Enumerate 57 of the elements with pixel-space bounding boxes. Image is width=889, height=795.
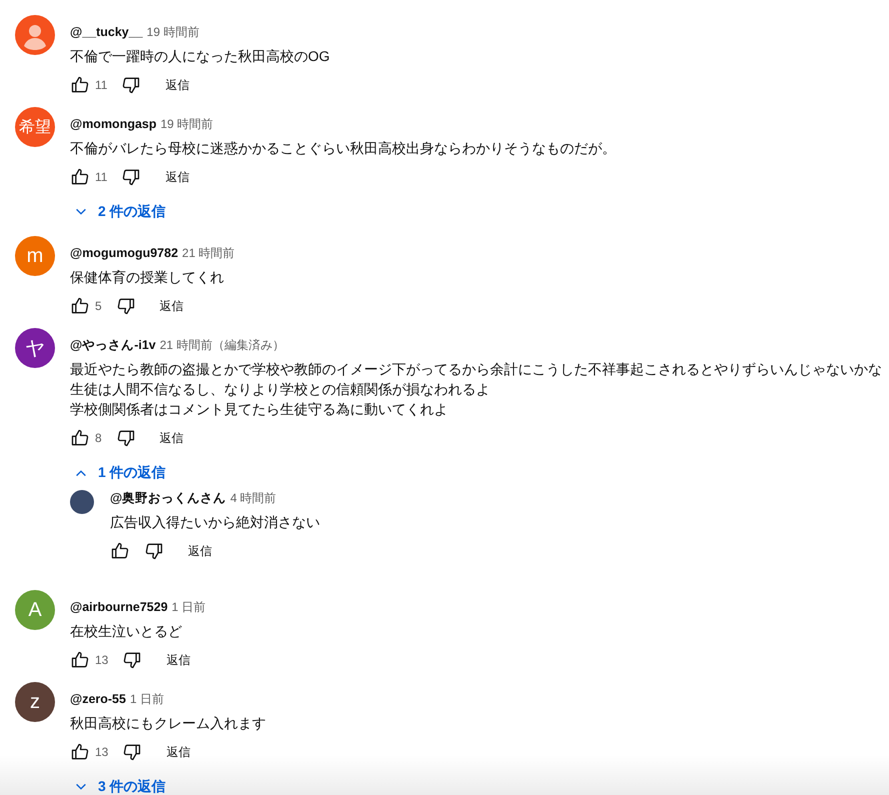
like-count: 11	[95, 78, 108, 92]
reply-button[interactable]: 返信	[160, 426, 184, 450]
replies-toggle[interactable]: 3 件の返信	[70, 769, 170, 795]
avatar-photo-placeholder[interactable]	[70, 490, 94, 514]
like-count: 5	[95, 299, 102, 313]
comment-text: 不倫がバレたら母校に迷惑かかることぐらい秋田高校出身ならわかりそうなものだが。	[70, 139, 616, 158]
comment-text: 秋田高校にもクレーム入れます	[70, 714, 266, 733]
dislike-icon[interactable]	[121, 75, 142, 95]
comment-time[interactable]: 19 時間前	[160, 116, 214, 133]
like-count: 13	[95, 745, 108, 759]
comment-author[interactable]: @やっさん-i1v	[70, 337, 156, 354]
comment-time[interactable]: 21 時間前	[182, 245, 235, 262]
dislike-icon[interactable]	[121, 167, 142, 187]
like-icon[interactable]	[70, 296, 90, 316]
avatar[interactable]: z	[15, 682, 55, 722]
comment-text: 生徒は人間不信なるし、なりより学校との信頼関係が損なわれるよ	[70, 380, 491, 399]
reply-button[interactable]: 返信	[166, 740, 190, 764]
dislike-icon[interactable]	[116, 428, 136, 448]
reply-button[interactable]: 返信	[165, 72, 190, 98]
comment-time[interactable]: 1 日前	[130, 691, 164, 708]
reply-button[interactable]: 返信	[166, 648, 190, 672]
replies-toggle[interactable]: 2 件の返信	[70, 194, 170, 230]
dislike-icon[interactable]	[116, 296, 136, 316]
like-icon[interactable]	[70, 428, 90, 448]
comment-time[interactable]: 4 時間前	[230, 490, 276, 507]
comment-text: 最近やたら教師の盗撮とかで学校や教師のイメージ下がってるから余計にこうした不祥事起こされるとやりずらいんじゃないかな	[70, 360, 882, 379]
like-icon[interactable]	[70, 75, 90, 95]
like-icon[interactable]	[70, 742, 90, 762]
reply-button[interactable]: 返信	[188, 538, 212, 564]
comment-author[interactable]: @mogumogu9782	[70, 246, 178, 260]
comment-text: 保健体育の授業してくれ	[70, 268, 225, 287]
comment-text: 学校側関係者はコメント見てたら生徒守る為に動いてくれよ	[70, 400, 449, 419]
comment-author[interactable]: @__tucky__	[70, 25, 143, 39]
reply-button[interactable]: 返信	[160, 294, 184, 318]
dislike-icon[interactable]	[144, 541, 164, 561]
avatar-person-icon[interactable]	[15, 15, 55, 55]
comment-time[interactable]: 1 日前	[172, 599, 206, 616]
comment-text: 広告収入得たいから絶対消さない	[110, 513, 320, 532]
like-icon[interactable]	[70, 650, 90, 670]
dislike-icon[interactable]	[122, 650, 142, 670]
comment-text: 在校生泣いとるど	[70, 622, 183, 641]
reply-button[interactable]: 返信	[165, 164, 190, 190]
comment-time[interactable]: 21 時間前（編集済み）	[160, 337, 284, 354]
comment-text: 不倫で一躍時の人になった秋田高校のOG	[70, 47, 330, 66]
replies-toggle[interactable]: 1 件の返信	[70, 455, 170, 491]
like-count: 11	[95, 170, 108, 184]
comment-author[interactable]: @奥野おっくんさん	[110, 490, 226, 507]
comment-time[interactable]: 19 時間前	[146, 24, 200, 41]
like-icon[interactable]	[110, 541, 130, 561]
like-count: 13	[95, 653, 108, 667]
like-count: 8	[95, 431, 102, 445]
dislike-icon[interactable]	[122, 742, 142, 762]
avatar[interactable]: ヤ	[15, 328, 55, 368]
like-icon[interactable]	[70, 167, 90, 187]
comment-author[interactable]: @momongasp	[70, 117, 156, 131]
comment-author[interactable]: @zero-55	[70, 692, 126, 706]
comment-author[interactable]: @airbourne7529	[70, 600, 168, 614]
